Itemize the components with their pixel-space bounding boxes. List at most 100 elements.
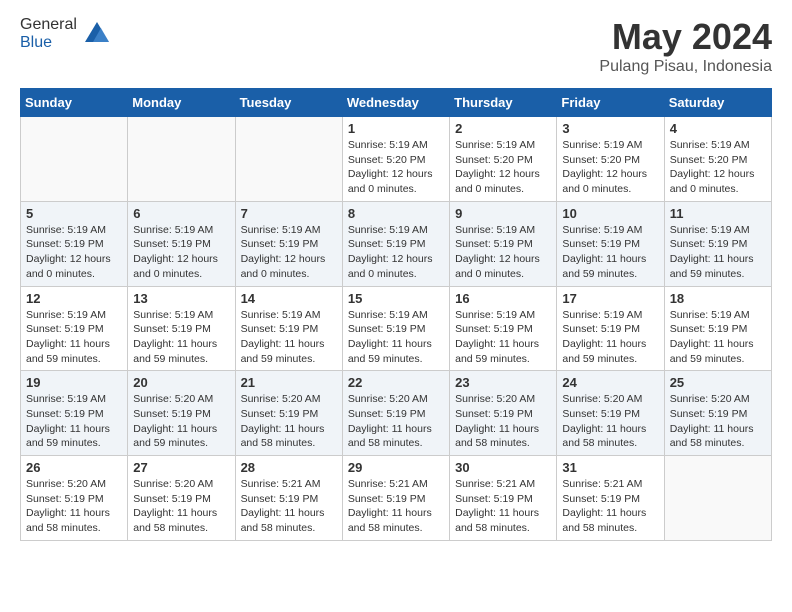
calendar-cell: 21 Sunrise: 5:20 AM Sunset: 5:19 PM Dayli… [235, 371, 342, 456]
day-info: Sunrise: 5:21 AM Sunset: 5:19 PM Dayligh… [348, 477, 444, 536]
week-row-5: 26Sunrise: 5:20 AM Sunset: 5:19 PM Dayli… [21, 456, 772, 541]
day-number: 15 [348, 291, 444, 306]
day-info: Sunrise: 5:19 AM Sunset: 5:19 PM Dayligh… [562, 308, 658, 367]
calendar-cell [664, 456, 771, 541]
day-number: 24 [562, 375, 658, 390]
calendar-cell: 13Sunrise: 5:19 AM Sunset: 5:19 PM Dayli… [128, 286, 235, 371]
calendar-cell: 26Sunrise: 5:20 AM Sunset: 5:19 PM Dayli… [21, 456, 128, 541]
day-number: 20 [133, 375, 229, 390]
day-info: Sunrise: 5:20 AM Sunset: 5:19 PM Dayligh… [133, 477, 229, 536]
day-info: Sunrise: 5:19 AM Sunset: 5:19 PM Dayligh… [348, 308, 444, 367]
calendar-cell: 29 Sunrise: 5:21 AM Sunset: 5:19 PM Dayli… [342, 456, 449, 541]
day-number: 3 [562, 121, 658, 136]
calendar-cell: 17 Sunrise: 5:19 AM Sunset: 5:19 PM Dayli… [557, 286, 664, 371]
week-row-2: 5 Sunrise: 5:19 AM Sunset: 5:19 PM Daylig… [21, 201, 772, 286]
day-info: Sunrise: 5:19 AM Sunset: 5:19 PM Dayligh… [26, 392, 122, 451]
calendar-cell: 18Sunrise: 5:19 AM Sunset: 5:19 PM Dayli… [664, 286, 771, 371]
weekday-header-row: SundayMondayTuesdayWednesdayThursdayFrid… [21, 89, 772, 117]
day-info: Sunrise: 5:19 AM Sunset: 5:19 PM Dayligh… [348, 223, 444, 282]
day-info: Sunrise: 5:19 AM Sunset: 5:19 PM Dayligh… [133, 308, 229, 367]
calendar-cell: 20 Sunrise: 5:20 AM Sunset: 5:19 PM Dayli… [128, 371, 235, 456]
day-info: Sunrise: 5:21 AM Sunset: 5:19 PM Dayligh… [562, 477, 658, 536]
calendar-cell: 11 Sunrise: 5:19 AM Sunset: 5:19 PM Dayli… [664, 201, 771, 286]
calendar-cell: 4Sunrise: 5:19 AM Sunset: 5:20 PM Daylig… [664, 117, 771, 202]
logo: General Blue [20, 16, 113, 52]
day-info: Sunrise: 5:19 AM Sunset: 5:19 PM Dayligh… [241, 223, 337, 282]
logo-blue-text: Blue [20, 34, 52, 51]
page-header: General Blue May 2024 Pulang Pisau, Indo… [20, 16, 772, 76]
calendar-cell: 12Sunrise: 5:19 AM Sunset: 5:19 PM Dayli… [21, 286, 128, 371]
day-info: Sunrise: 5:20 AM Sunset: 5:19 PM Dayligh… [26, 477, 122, 536]
day-info: Sunrise: 5:20 AM Sunset: 5:19 PM Dayligh… [241, 392, 337, 451]
calendar-cell [128, 117, 235, 202]
weekday-header-tuesday: Tuesday [235, 89, 342, 117]
calendar-table: SundayMondayTuesdayWednesdayThursdayFrid… [20, 88, 772, 541]
weekday-header-sunday: Sunday [21, 89, 128, 117]
day-number: 21 [241, 375, 337, 390]
day-number: 10 [562, 206, 658, 221]
calendar-cell: 28Sunrise: 5:21 AM Sunset: 5:19 PM Dayli… [235, 456, 342, 541]
calendar-cell: 14Sunrise: 5:19 AM Sunset: 5:19 PM Dayli… [235, 286, 342, 371]
day-number: 1 [348, 121, 444, 136]
day-number: 25 [670, 375, 766, 390]
calendar-cell: 25Sunrise: 5:20 AM Sunset: 5:19 PM Dayli… [664, 371, 771, 456]
logo-icon [81, 18, 113, 50]
day-number: 28 [241, 460, 337, 475]
calendar-cell: 23 Sunrise: 5:20 AM Sunset: 5:19 PM Dayli… [450, 371, 557, 456]
calendar-cell: 6 Sunrise: 5:19 AM Sunset: 5:19 PM Daylig… [128, 201, 235, 286]
day-info: Sunrise: 5:19 AM Sunset: 5:19 PM Dayligh… [670, 223, 766, 282]
day-number: 11 [670, 206, 766, 221]
day-info: Sunrise: 5:19 AM Sunset: 5:19 PM Dayligh… [133, 223, 229, 282]
day-info: Sunrise: 5:19 AM Sunset: 5:19 PM Dayligh… [26, 223, 122, 282]
calendar-cell: 27 Sunrise: 5:20 AM Sunset: 5:19 PM Dayli… [128, 456, 235, 541]
day-info: Sunrise: 5:19 AM Sunset: 5:20 PM Dayligh… [348, 138, 444, 197]
location: Pulang Pisau, Indonesia [599, 58, 772, 76]
day-number: 8 [348, 206, 444, 221]
calendar-cell: 22 Sunrise: 5:20 AM Sunset: 5:19 PM Dayli… [342, 371, 449, 456]
calendar-cell: 31 Sunrise: 5:21 AM Sunset: 5:19 PM Dayli… [557, 456, 664, 541]
calendar-cell: 3 Sunrise: 5:19 AM Sunset: 5:20 PM Daylig… [557, 117, 664, 202]
day-info: Sunrise: 5:20 AM Sunset: 5:19 PM Dayligh… [133, 392, 229, 451]
calendar-cell: 2 Sunrise: 5:19 AM Sunset: 5:20 PM Daylig… [450, 117, 557, 202]
day-number: 27 [133, 460, 229, 475]
day-info: Sunrise: 5:19 AM Sunset: 5:20 PM Dayligh… [455, 138, 551, 197]
calendar-cell: 9 Sunrise: 5:19 AM Sunset: 5:19 PM Daylig… [450, 201, 557, 286]
calendar-cell: 7 Sunrise: 5:19 AM Sunset: 5:19 PM Daylig… [235, 201, 342, 286]
day-info: Sunrise: 5:19 AM Sunset: 5:19 PM Dayligh… [26, 308, 122, 367]
day-number: 6 [133, 206, 229, 221]
day-number: 22 [348, 375, 444, 390]
day-info: Sunrise: 5:19 AM Sunset: 5:20 PM Dayligh… [562, 138, 658, 197]
calendar-cell: 24Sunrise: 5:20 AM Sunset: 5:19 PM Dayli… [557, 371, 664, 456]
calendar-cell: 8 Sunrise: 5:19 AM Sunset: 5:19 PM Daylig… [342, 201, 449, 286]
day-number: 7 [241, 206, 337, 221]
week-row-3: 12Sunrise: 5:19 AM Sunset: 5:19 PM Dayli… [21, 286, 772, 371]
calendar-cell: 30Sunrise: 5:21 AM Sunset: 5:19 PM Dayli… [450, 456, 557, 541]
logo-general-text: General [20, 16, 77, 33]
day-number: 23 [455, 375, 551, 390]
day-number: 14 [241, 291, 337, 306]
week-row-1: 1 Sunrise: 5:19 AM Sunset: 5:20 PM Daylig… [21, 117, 772, 202]
day-info: Sunrise: 5:20 AM Sunset: 5:19 PM Dayligh… [348, 392, 444, 451]
day-number: 19 [26, 375, 122, 390]
day-number: 29 [348, 460, 444, 475]
day-number: 2 [455, 121, 551, 136]
weekday-header-saturday: Saturday [664, 89, 771, 117]
day-number: 16 [455, 291, 551, 306]
calendar-cell: 10 Sunrise: 5:19 AM Sunset: 5:19 PM Dayli… [557, 201, 664, 286]
calendar-cell [235, 117, 342, 202]
day-info: Sunrise: 5:20 AM Sunset: 5:19 PM Dayligh… [455, 392, 551, 451]
calendar-cell [21, 117, 128, 202]
calendar-cell: 5 Sunrise: 5:19 AM Sunset: 5:19 PM Daylig… [21, 201, 128, 286]
day-number: 5 [26, 206, 122, 221]
day-info: Sunrise: 5:21 AM Sunset: 5:19 PM Dayligh… [455, 477, 551, 536]
weekday-header-wednesday: Wednesday [342, 89, 449, 117]
day-number: 17 [562, 291, 658, 306]
calendar-cell: 16 Sunrise: 5:19 AM Sunset: 5:19 PM Dayli… [450, 286, 557, 371]
day-info: Sunrise: 5:19 AM Sunset: 5:19 PM Dayligh… [562, 223, 658, 282]
day-info: Sunrise: 5:19 AM Sunset: 5:19 PM Dayligh… [455, 308, 551, 367]
day-number: 31 [562, 460, 658, 475]
day-number: 9 [455, 206, 551, 221]
title-block: May 2024 Pulang Pisau, Indonesia [599, 16, 772, 76]
weekday-header-monday: Monday [128, 89, 235, 117]
day-info: Sunrise: 5:19 AM Sunset: 5:19 PM Dayligh… [455, 223, 551, 282]
